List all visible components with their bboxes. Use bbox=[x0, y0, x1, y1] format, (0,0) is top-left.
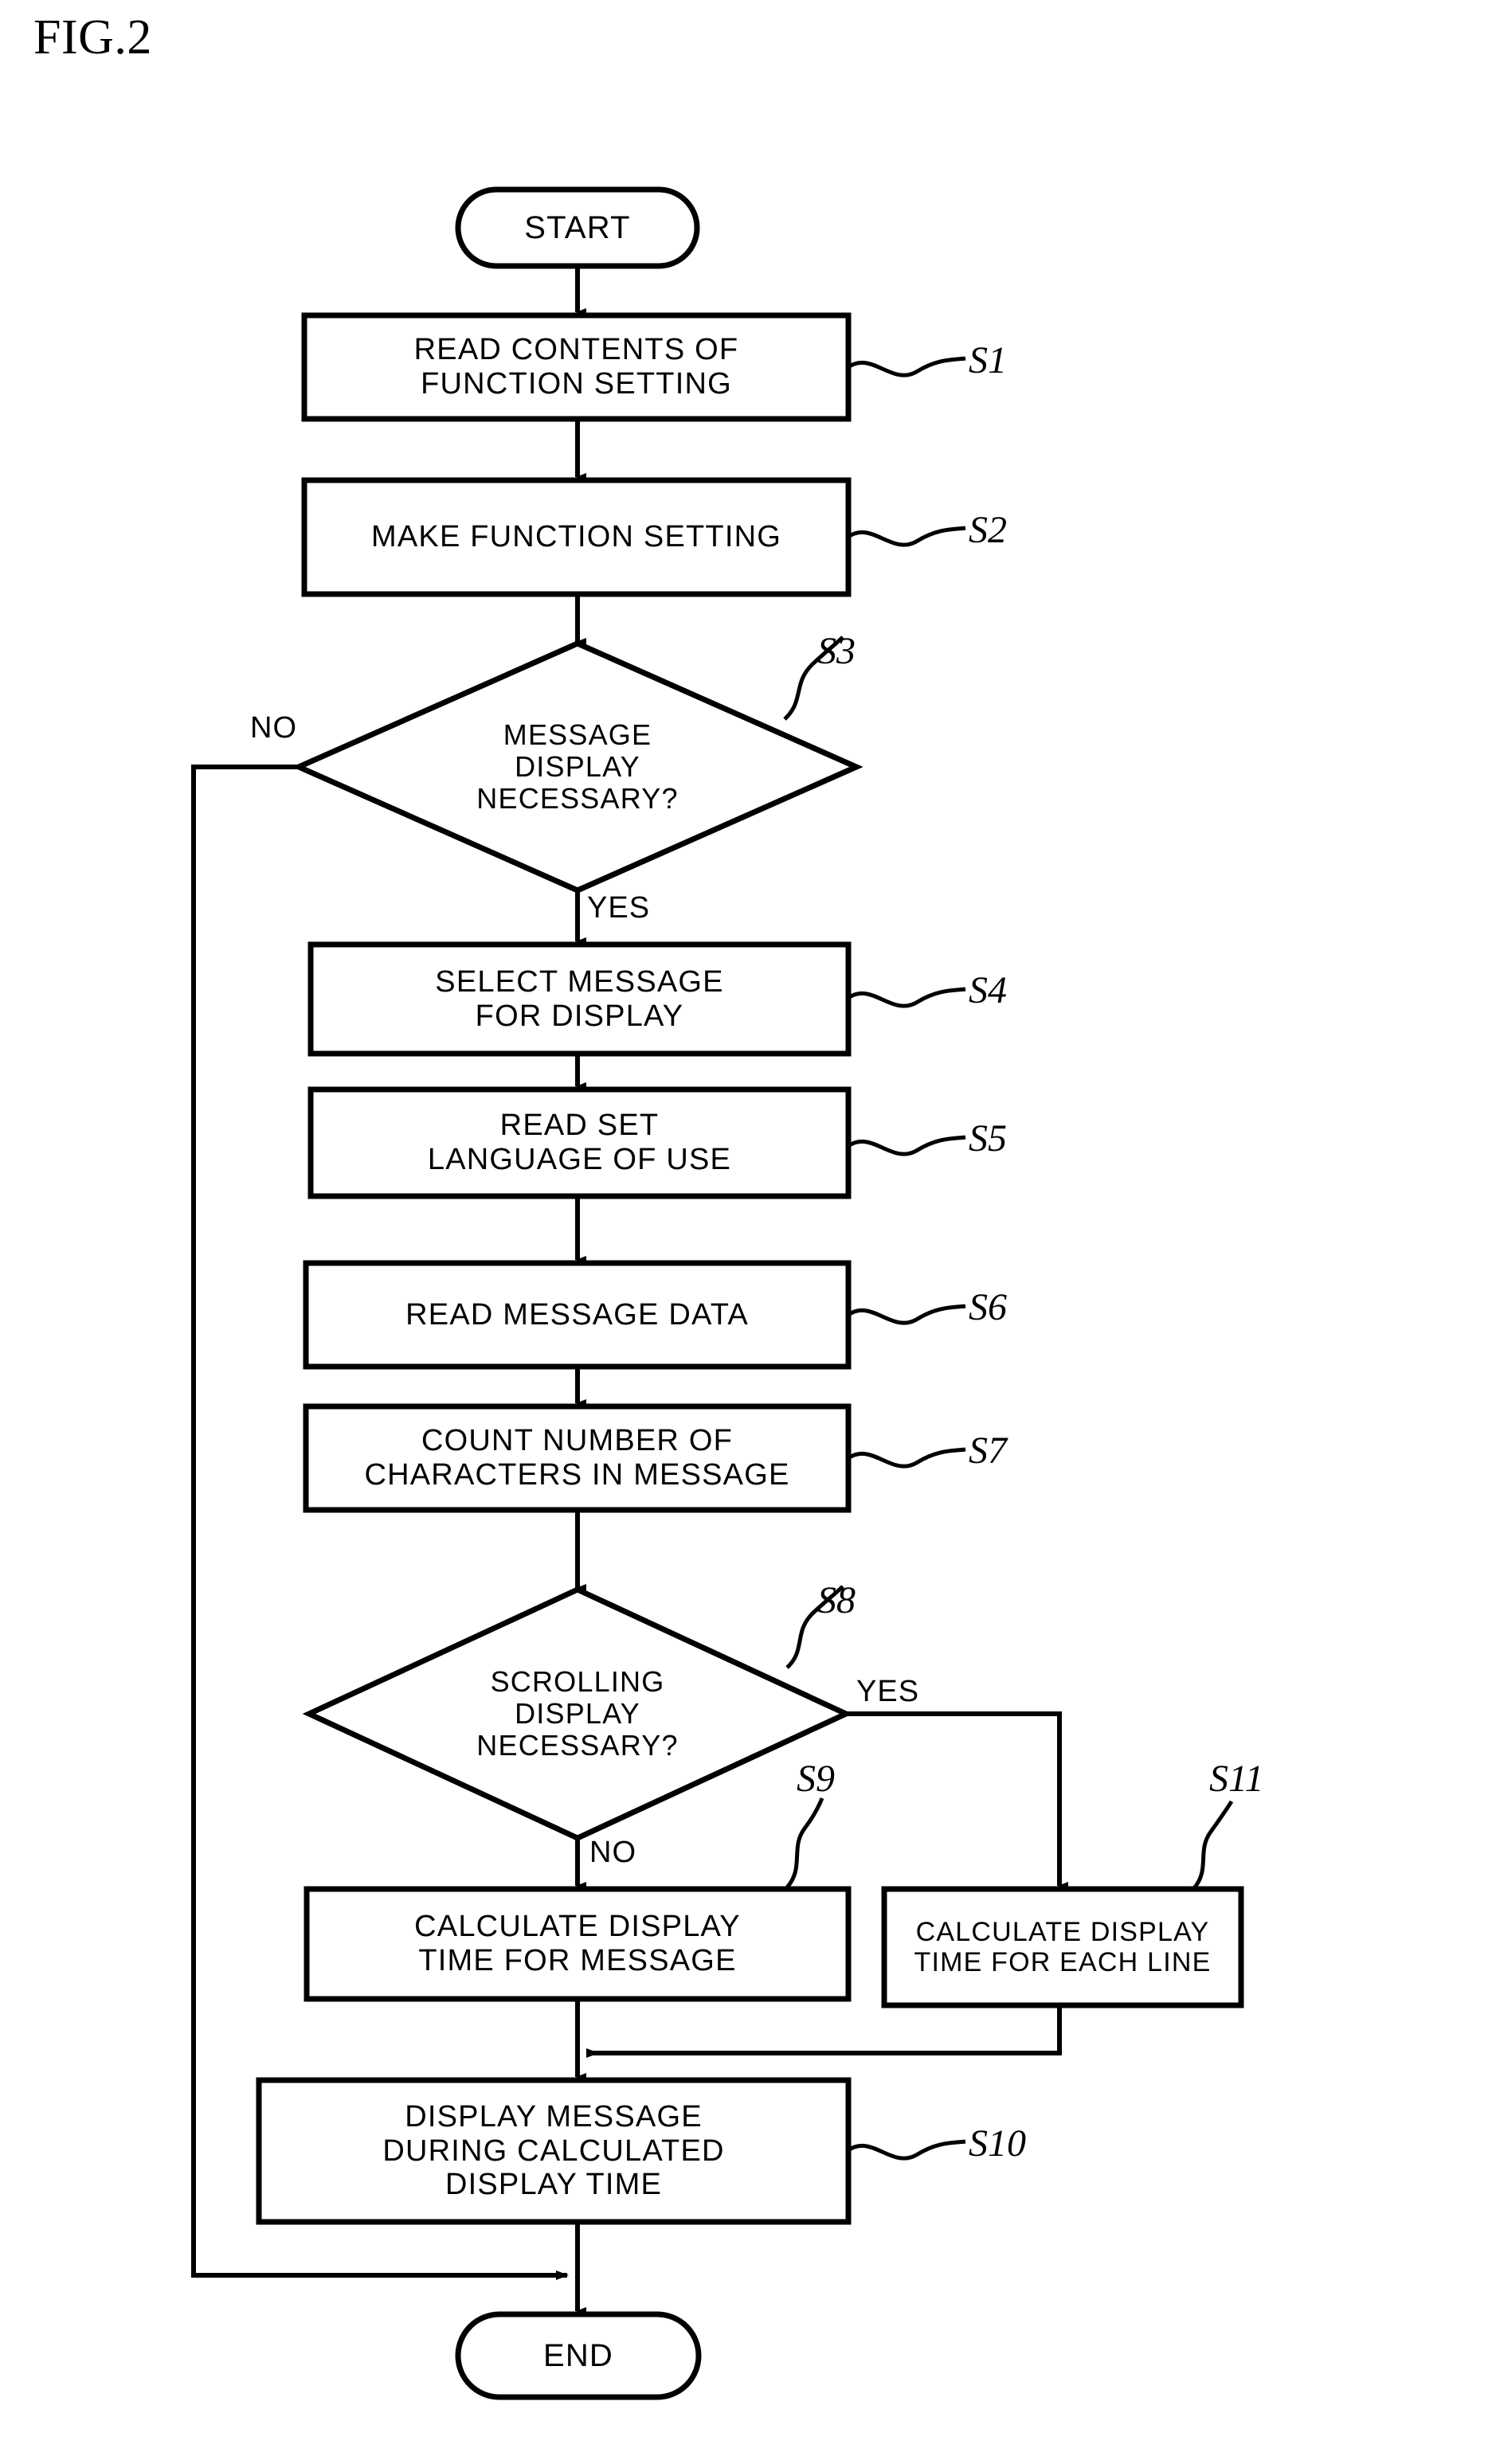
leader-s11 bbox=[1192, 1800, 1234, 1891]
step-tag-s11: S11 bbox=[1209, 1758, 1264, 1800]
step-tag-s5: S5 bbox=[969, 1117, 1007, 1160]
step-tag-s6: S6 bbox=[969, 1286, 1007, 1328]
branch-label-s3-yes: YES bbox=[587, 891, 651, 925]
branch-label-s8-yes: YES bbox=[856, 1675, 920, 1708]
s3-diamond-shape bbox=[292, 640, 863, 894]
s1-box-shape bbox=[301, 312, 852, 422]
s7-box-shape bbox=[303, 1403, 852, 1513]
leader-s1 bbox=[847, 356, 966, 377]
s4-box-shape bbox=[307, 941, 852, 1057]
flowchart-canvas bbox=[191, 186, 1244, 2400]
s10-box-shape bbox=[256, 2077, 852, 2225]
step-tag-s1: S1 bbox=[969, 339, 1007, 381]
step-tag-s8: S8 bbox=[817, 1579, 856, 1621]
leader-s4 bbox=[847, 987, 966, 1008]
leader-s7 bbox=[847, 1447, 966, 1469]
branch-label-s8-no: NO bbox=[589, 1836, 636, 1869]
connector-s11-merge-to-trunk bbox=[586, 2005, 1062, 2058]
step-tag-s10: S10 bbox=[969, 2122, 1026, 2165]
figure-page: FIG.2 START READ CONTENTS OF FUNCTION SE… bbox=[0, 0, 1492, 2464]
leader-s10 bbox=[847, 2139, 966, 2161]
leader-s9 bbox=[785, 1797, 824, 1889]
step-tag-s9: S9 bbox=[797, 1758, 835, 1800]
s2-box-shape bbox=[301, 477, 852, 597]
s11-box-shape bbox=[881, 1886, 1244, 2008]
step-tag-s3: S3 bbox=[817, 630, 856, 672]
s5-box-shape bbox=[307, 1086, 852, 1199]
s8-diamond-shape bbox=[302, 1586, 853, 1841]
leader-s5 bbox=[847, 1135, 966, 1156]
leader-s6 bbox=[847, 1304, 966, 1325]
leader-s2 bbox=[847, 526, 966, 547]
end-terminal-shape bbox=[455, 2311, 702, 2400]
branch-label-s3-no: NO bbox=[250, 711, 297, 745]
step-tag-s4: S4 bbox=[969, 969, 1007, 1011]
s9-box-shape bbox=[303, 1886, 852, 2002]
connector-s8-yes-to-s11 bbox=[846, 1711, 1068, 1890]
step-tag-s2: S2 bbox=[969, 509, 1007, 551]
s6-box-shape bbox=[303, 1260, 852, 1370]
step-tag-s7: S7 bbox=[969, 1430, 1007, 1472]
start-terminal-shape bbox=[455, 186, 700, 269]
